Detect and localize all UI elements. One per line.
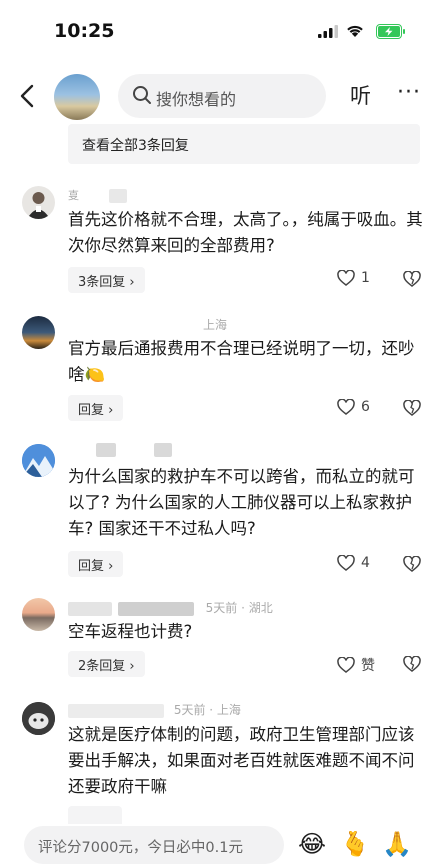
like-button[interactable]: 6 bbox=[337, 399, 370, 415]
heart-icon bbox=[337, 270, 355, 286]
blurred-username bbox=[117, 601, 194, 616]
blurred-username bbox=[96, 442, 116, 457]
status-time: 10:25 bbox=[54, 20, 115, 42]
heart-icon bbox=[337, 399, 355, 415]
heart-icon bbox=[337, 555, 355, 571]
search-bar[interactable]: 搜你想看的 bbox=[118, 74, 326, 118]
bottom-comment-bar: 评论分7000元，今日必中0.1元 😂 🫰 🙏 bbox=[0, 824, 443, 864]
like-count: 6 bbox=[361, 399, 370, 415]
search-icon bbox=[133, 86, 151, 104]
reply-count-button[interactable]: 3条回复 › bbox=[68, 267, 145, 293]
comment-text: 首先这价格就不合理，太高了。，纯属于吸血。其次你尽然算来回的全部费用? bbox=[68, 210, 423, 255]
comment-text: 空车返程也计费? bbox=[68, 622, 193, 641]
author-avatar[interactable] bbox=[54, 74, 100, 120]
blurred-username bbox=[68, 703, 164, 718]
comment-meta bbox=[68, 442, 172, 457]
dislike-heart-icon[interactable] bbox=[403, 656, 421, 672]
commenter-avatar[interactable] bbox=[22, 186, 55, 219]
praying-hands-emoji-icon[interactable]: 🙏 bbox=[382, 830, 412, 858]
comment-item: 为什么国家的救护车不可以跨省，而私立的就可以了? 为什么国家的人工肺仪器可以上私… bbox=[0, 438, 443, 588]
top-nav-bar: 搜你想看的 听 ··· bbox=[0, 66, 443, 124]
reply-button[interactable]: 回复 › bbox=[68, 551, 124, 577]
comment-input[interactable]: 评论分7000元，今日必中0.1元 bbox=[24, 826, 284, 864]
blurred-username bbox=[68, 601, 112, 616]
more-options-button[interactable]: ··· bbox=[397, 80, 421, 105]
lemon-emoji-icon: 🍋 bbox=[84, 365, 106, 384]
status-bar: 10:25 bbox=[0, 0, 443, 64]
commenter-avatar[interactable] bbox=[22, 598, 55, 631]
comment-time-location: 5天前 · 上海 bbox=[173, 703, 241, 717]
comment-meta: 㕝 bbox=[68, 187, 127, 203]
dislike-heart-icon[interactable] bbox=[403, 400, 421, 416]
comment-item: 上海 官方最后通报费用不合理已经说明了一切，还吵啥🍋 回复 › 6 bbox=[0, 310, 443, 430]
comment-item: 5天前 · 上海 这就是医疗体制的问题，政府卫生管理部门应该要出手解决，如果面对… bbox=[0, 698, 443, 832]
like-button[interactable]: 赞 bbox=[337, 655, 375, 675]
like-button[interactable]: 4 bbox=[337, 555, 370, 571]
heart-icon bbox=[337, 657, 355, 673]
view-all-replies-button[interactable]: 查看全部3条回复 bbox=[68, 124, 420, 164]
comment-text: 官方最后通报费用不合理已经说明了一切，还吵啥🍋 bbox=[68, 339, 415, 384]
laughing-emoji-icon[interactable]: 😂 bbox=[298, 830, 326, 858]
reply-button[interactable]: 回复 › bbox=[68, 395, 124, 421]
view-all-replies-label: 查看全部3条回复 bbox=[82, 138, 189, 154]
comment-text: 这就是医疗体制的问题，政府卫生管理部门应该要出手解决，如果面对老百姓就医难题不闻… bbox=[68, 725, 415, 796]
mountain-avatar-icon bbox=[22, 444, 55, 477]
comment-item: 㕝 首先这价格就不合理，太高了。，纯属于吸血。其次你尽然算来回的全部费用? 3条… bbox=[0, 180, 443, 300]
commenter-avatar[interactable] bbox=[22, 444, 55, 477]
comment-meta: 5天前 · 上海 bbox=[68, 701, 241, 718]
comment-text: 为什么国家的救护车不可以跨省，而私立的就可以了? 为什么国家的人工肺仪器可以上私… bbox=[68, 467, 415, 538]
comment-meta: 5天前 · 湖北 bbox=[68, 599, 273, 616]
comment-input-placeholder: 评论分7000元，今日必中0.1元 bbox=[38, 840, 243, 856]
wifi-icon bbox=[347, 25, 363, 37]
comment-meta: 上海 bbox=[68, 316, 227, 333]
back-arrow-icon[interactable] bbox=[14, 80, 42, 112]
dislike-heart-icon[interactable] bbox=[403, 271, 421, 287]
comment-item: 5天前 · 湖北 空车返程也计费? 2条回复 › 赞 bbox=[0, 594, 443, 690]
search-placeholder: 搜你想看的 bbox=[156, 90, 237, 109]
blurred-username bbox=[108, 188, 127, 203]
person-avatar-icon bbox=[27, 192, 50, 219]
blurred-username bbox=[153, 442, 172, 457]
commenter-avatar[interactable] bbox=[22, 316, 55, 349]
signal-icon bbox=[318, 25, 338, 38]
like-count: 1 bbox=[361, 270, 370, 286]
cat-avatar-icon bbox=[22, 702, 55, 735]
like-label: 赞 bbox=[361, 658, 375, 674]
comment-time-location: 5天前 · 湖北 bbox=[205, 601, 273, 615]
dislike-heart-icon[interactable] bbox=[403, 556, 421, 572]
comment-location: 上海 bbox=[203, 318, 228, 332]
battery-charging-icon bbox=[376, 24, 405, 39]
commenter-avatar[interactable] bbox=[22, 702, 55, 735]
reply-count-button[interactable]: 2条回复 › bbox=[68, 651, 145, 677]
listen-button[interactable]: 听 bbox=[350, 80, 371, 110]
like-button[interactable]: 1 bbox=[337, 270, 370, 286]
finger-heart-emoji-icon[interactable]: 🫰 bbox=[340, 830, 370, 858]
like-count: 4 bbox=[361, 555, 370, 571]
